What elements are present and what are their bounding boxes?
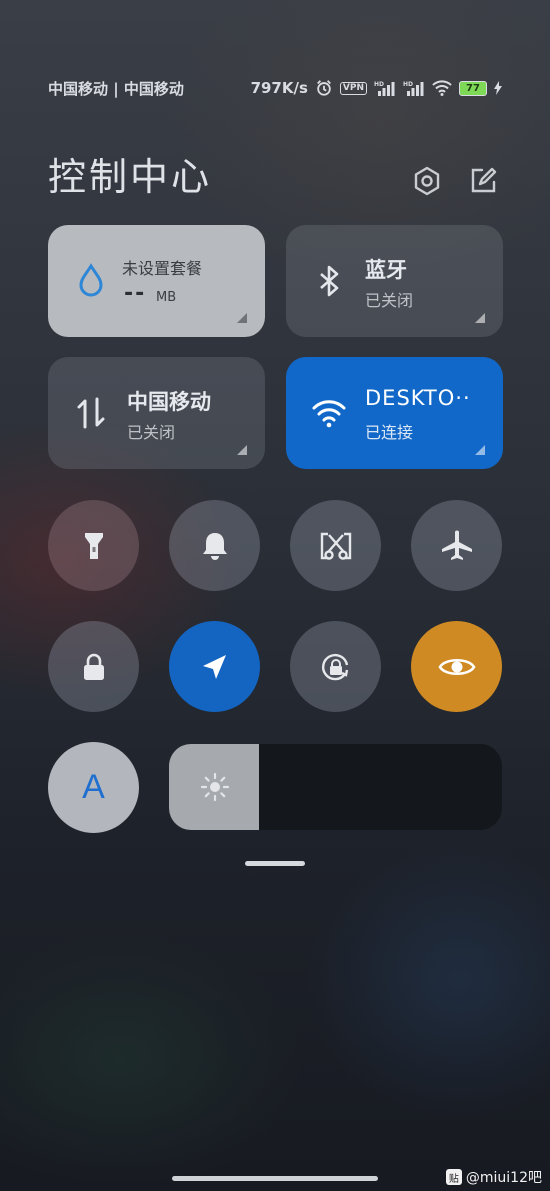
screen-lock-toggle[interactable]	[48, 621, 139, 712]
signal-hd-icon: HD	[403, 81, 424, 96]
expand-corner-icon	[237, 313, 247, 323]
network-speed: 797K/s	[250, 79, 308, 97]
flashlight-toggle[interactable]	[48, 500, 139, 591]
data-usage-card[interactable]: 未设置套餐 -- MB	[48, 225, 265, 337]
eye-icon	[438, 658, 475, 675]
data-usage-value: --	[124, 281, 147, 306]
auto-brightness-button[interactable]: A	[48, 742, 139, 833]
page-title: 控制中心	[48, 155, 213, 199]
status-icons: 797K/s VPN HD HD 77	[251, 79, 502, 97]
sun-icon	[200, 772, 230, 802]
brightness-slider[interactable]	[169, 744, 502, 830]
settings-icon[interactable]	[412, 166, 442, 196]
expand-corner-icon	[475, 313, 485, 323]
status-bar: 中国移动 | 中国移动 797K/s VPN HD HD 77	[48, 76, 502, 100]
svg-text:HD: HD	[374, 81, 384, 88]
mobile-data-card[interactable]: 中国移动 已关闭	[48, 357, 265, 469]
rotation-lock-toggle[interactable]	[290, 621, 381, 712]
mobile-data-status: 已关闭	[127, 423, 176, 442]
location-arrow-icon	[202, 654, 226, 679]
rotation-lock-icon	[321, 653, 348, 680]
home-indicator[interactable]	[172, 1176, 378, 1181]
data-usage-unit: MB	[156, 290, 177, 305]
water-drop-icon	[79, 263, 103, 297]
svg-text:HD: HD	[403, 81, 413, 88]
flashlight-icon	[84, 532, 103, 559]
expand-corner-icon	[475, 445, 485, 455]
wifi-status: 已连接	[365, 423, 414, 442]
bell-icon	[202, 532, 227, 560]
bluetooth-icon	[320, 265, 339, 297]
airplane-icon	[441, 530, 472, 560]
vpn-icon: VPN	[339, 81, 367, 95]
lock-icon	[83, 653, 104, 680]
wifi-card[interactable]: DESKTO·· 已连接	[286, 357, 503, 469]
expand-corner-icon	[237, 445, 247, 455]
screenshot-toggle[interactable]	[290, 500, 381, 591]
alarm-icon	[316, 80, 331, 96]
signal-hd-icon: HD	[374, 81, 395, 96]
drag-handle[interactable]	[245, 861, 305, 866]
mobile-data-icon	[77, 397, 105, 429]
watermark: 贴 @miui12吧	[445, 1167, 542, 1187]
bluetooth-label: 蓝牙	[365, 258, 407, 282]
tieba-badge-icon: 贴	[445, 1169, 462, 1185]
wifi-icon	[312, 400, 346, 428]
edit-icon[interactable]	[468, 166, 498, 196]
bluetooth-status: 已关闭	[365, 291, 414, 310]
location-toggle[interactable]	[169, 621, 260, 712]
wifi-network-name: DESKTO··	[365, 386, 471, 410]
airplane-toggle[interactable]	[411, 500, 502, 591]
scissors-icon	[320, 532, 351, 560]
mute-toggle[interactable]	[169, 500, 260, 591]
battery-icon: 77	[459, 80, 487, 96]
wifi-icon	[432, 80, 452, 96]
bluetooth-card[interactable]: 蓝牙 已关闭	[286, 225, 503, 337]
carrier-label: 中国移动 | 中国移动	[48, 79, 184, 98]
header-actions	[412, 166, 498, 196]
auto-brightness-icon: A	[82, 768, 105, 806]
data-plan-label: 未设置套餐	[122, 259, 203, 278]
reading-mode-toggle[interactable]	[411, 621, 502, 712]
charging-icon	[494, 81, 502, 95]
watermark-text: @miui12吧	[465, 1170, 542, 1186]
mobile-carrier-label: 中国移动	[127, 390, 211, 414]
